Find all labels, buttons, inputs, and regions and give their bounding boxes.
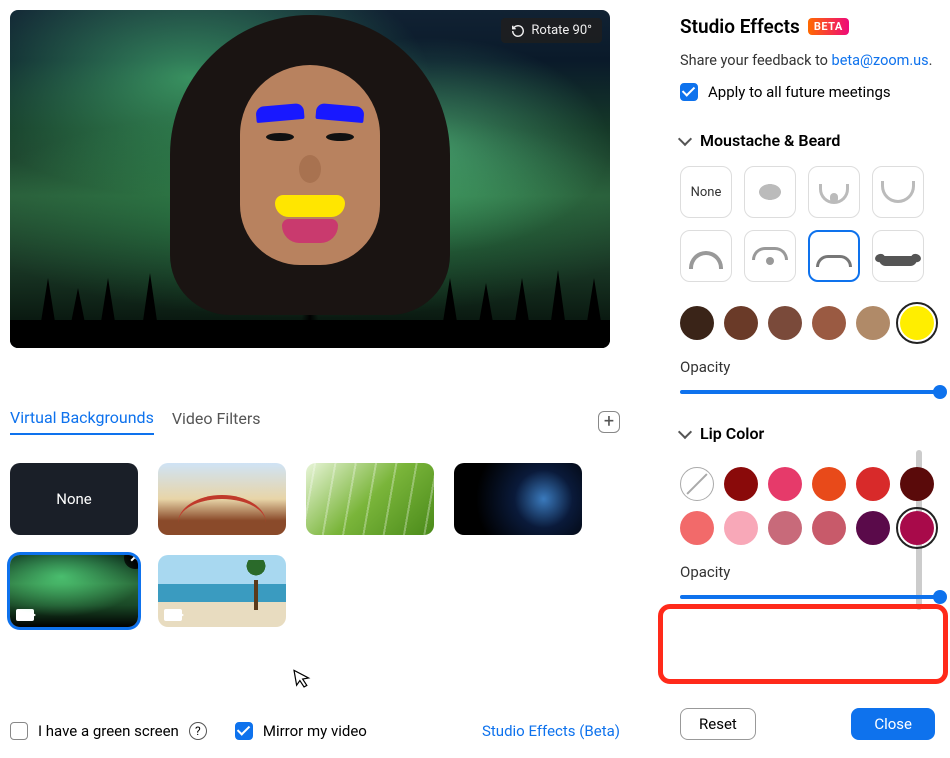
mirror-video-label: Mirror my video: [263, 722, 367, 740]
bg-option-grass[interactable]: [306, 463, 434, 535]
lip-color-11[interactable]: [900, 511, 934, 545]
tab-virtual-backgrounds[interactable]: Virtual Backgrounds: [10, 408, 154, 435]
lip-color-7[interactable]: [724, 511, 758, 545]
rotate-icon: [511, 24, 525, 38]
feedback-text: Share your feedback to beta@zoom.us.: [680, 52, 940, 69]
moustache-color-3[interactable]: [812, 306, 846, 340]
video-preview: Rotate 90°: [10, 10, 610, 348]
apply-all-checkbox[interactable]: [680, 83, 698, 101]
studio-effects-link[interactable]: Studio Effects (Beta): [482, 722, 620, 740]
beard-option-4[interactable]: [680, 230, 732, 282]
add-background-button[interactable]: +: [598, 411, 620, 433]
beard-option-7[interactable]: [872, 230, 924, 282]
bg-option-aurora-selected[interactable]: ✕: [10, 555, 138, 627]
cursor-icon: [293, 667, 313, 695]
lip-color-2[interactable]: [768, 467, 802, 501]
face-overlay: [210, 35, 410, 295]
lip-color-none[interactable]: [680, 467, 714, 501]
moustache-color-1[interactable]: [724, 306, 758, 340]
beard-option-3[interactable]: [872, 166, 924, 218]
bg-option-beach[interactable]: [158, 555, 286, 627]
beta-badge: BETA: [808, 18, 849, 35]
beard-option-2[interactable]: [808, 166, 860, 218]
lip-color-5[interactable]: [900, 467, 934, 501]
section-moustache-beard[interactable]: Moustache & Beard: [680, 131, 940, 150]
bg-option-none[interactable]: None: [10, 463, 138, 535]
apply-all-label: Apply to all future meetings: [708, 83, 891, 101]
lip-color-1[interactable]: [724, 467, 758, 501]
tab-video-filters[interactable]: Video Filters: [172, 409, 261, 434]
help-icon[interactable]: ?: [189, 722, 207, 740]
slider-handle[interactable]: [933, 385, 947, 399]
beard-option-none[interactable]: None: [680, 166, 732, 218]
green-screen-label: I have a green screen: [38, 722, 179, 740]
beard-option-1[interactable]: [744, 166, 796, 218]
rotate-button[interactable]: Rotate 90°: [501, 18, 602, 43]
lip-color-3[interactable]: [812, 467, 846, 501]
green-screen-checkbox[interactable]: [10, 722, 28, 740]
lip-effect: [282, 219, 338, 243]
beard-option-5[interactable]: [744, 230, 796, 282]
lip-color-10[interactable]: [856, 511, 890, 545]
lip-opacity-label: Opacity: [680, 563, 940, 581]
highlight-box: [658, 604, 948, 684]
panel-title: Studio Effects: [680, 15, 800, 38]
moustache-opacity-slider[interactable]: [680, 390, 940, 394]
slider-handle[interactable]: [933, 590, 947, 604]
beard-option-6-selected[interactable]: [808, 230, 860, 282]
moustache-color-4[interactable]: [856, 306, 890, 340]
close-button[interactable]: Close: [851, 708, 935, 740]
remove-bg-button[interactable]: ✕: [124, 555, 138, 569]
lip-color-8[interactable]: [768, 511, 802, 545]
reset-button[interactable]: Reset: [680, 708, 756, 740]
moustache-effect: [275, 195, 345, 217]
camera-icon: [164, 609, 182, 621]
rotate-label: Rotate 90°: [531, 23, 592, 38]
moustache-color-2[interactable]: [768, 306, 802, 340]
lip-color-4[interactable]: [856, 467, 890, 501]
feedback-email-link[interactable]: beta@zoom.us: [832, 52, 929, 69]
chevron-down-icon: [678, 131, 692, 145]
moustache-color-5[interactable]: [900, 306, 934, 340]
mirror-video-checkbox[interactable]: [235, 722, 253, 740]
moustache-color-0[interactable]: [680, 306, 714, 340]
section-lip-color[interactable]: Lip Color: [680, 424, 940, 443]
lip-color-6[interactable]: [680, 511, 714, 545]
lip-color-9[interactable]: [812, 511, 846, 545]
bg-option-bridge[interactable]: [158, 463, 286, 535]
camera-icon: [16, 609, 34, 621]
chevron-down-icon: [678, 424, 692, 438]
bg-option-space[interactable]: [454, 463, 582, 535]
lip-opacity-slider[interactable]: [680, 595, 940, 599]
moustache-opacity-label: Opacity: [680, 358, 940, 376]
